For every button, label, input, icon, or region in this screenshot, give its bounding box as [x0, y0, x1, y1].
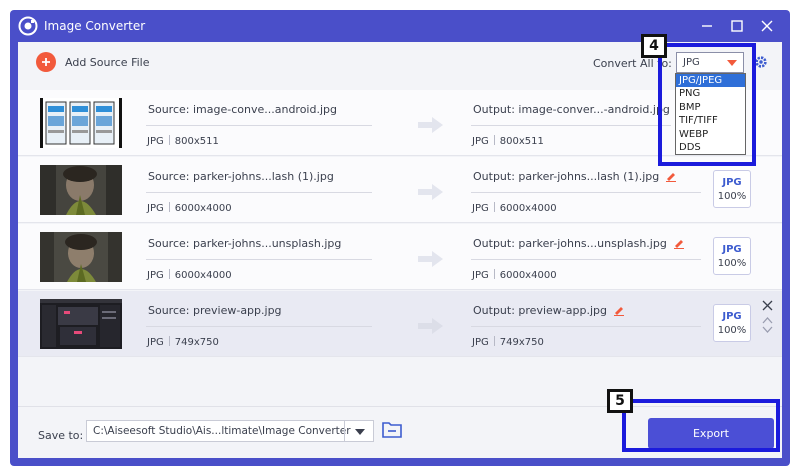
add-source-file-button[interactable]: Add Source File — [36, 52, 149, 72]
divider — [146, 192, 372, 193]
app-title: Image Converter — [44, 19, 146, 33]
source-filename: Source: image-conve...android.jpg — [148, 103, 337, 116]
callout-step-5: 5 — [607, 389, 633, 413]
output-resolution: 6000x4000 — [499, 203, 557, 214]
remove-file-icon[interactable] — [762, 300, 773, 311]
source-filename: Source: preview-app.jpg — [148, 304, 282, 317]
maximize-icon — [731, 20, 743, 32]
source-filename: Source: parker-johns...unsplash.jpg — [148, 237, 342, 250]
output-resolution: 6000x4000 — [499, 270, 557, 281]
output-filename: Output: parker-johns...lash (1).jpg — [473, 170, 677, 183]
gear-icon[interactable] — [754, 54, 768, 70]
minimize-button[interactable] — [692, 10, 722, 42]
output-format-badge[interactable]: JPG 100% — [713, 170, 751, 208]
output-filename-text: Output: image-conver...-android.jpg — [473, 103, 670, 116]
divider — [146, 125, 372, 126]
source-filename: Source: parker-johns...lash (1).jpg — [148, 170, 334, 183]
source-meta: JPG 800x511 — [147, 135, 219, 147]
badge-format: JPG — [722, 177, 742, 188]
move-up-icon[interactable] — [762, 316, 773, 324]
source-resolution: 6000x4000 — [174, 203, 232, 214]
source-format: JPG — [147, 203, 164, 214]
output-meta: JPG 749x750 — [472, 336, 544, 348]
output-filename: Output: image-conver...-android.jpg — [473, 103, 687, 116]
output-meta: JPG 6000x4000 — [472, 202, 557, 214]
plus-icon — [36, 52, 56, 72]
file-row[interactable]: Source: parker-johns...lash (1).jpg JPG 6… — [18, 157, 782, 223]
output-meta: JPG 800x511 — [472, 135, 544, 147]
save-path-dropdown[interactable] — [344, 421, 373, 441]
output-resolution: 800x511 — [499, 136, 544, 147]
badge-format: JPG — [722, 244, 742, 255]
divider — [146, 259, 372, 260]
edit-pencil-icon[interactable] — [666, 171, 677, 182]
arrow-right-icon — [418, 251, 443, 267]
arrow-right-icon — [418, 184, 443, 200]
minimize-icon — [702, 25, 712, 27]
save-path-field[interactable]: C:\Aiseesoft Studio\Ais...ltimate\Image … — [86, 420, 374, 442]
file-thumbnail — [40, 98, 122, 148]
callout-highlight-export — [622, 399, 780, 452]
add-source-file-label: Add Source File — [65, 55, 150, 69]
output-meta: JPG 6000x4000 — [472, 269, 557, 281]
badge-format: JPG — [722, 311, 742, 322]
output-filename-text: Output: preview-app.jpg — [473, 304, 607, 317]
source-resolution: 6000x4000 — [174, 270, 232, 281]
move-down-icon[interactable] — [762, 326, 773, 334]
chevron-down-icon — [355, 429, 365, 435]
title-bar: Image Converter — [18, 10, 782, 42]
source-meta: JPG 6000x4000 — [147, 269, 232, 281]
file-row[interactable]: Source: preview-app.jpg JPG 749x750 Outpu… — [18, 291, 782, 357]
folder-icon[interactable] — [382, 421, 402, 438]
output-filename-text: Output: parker-johns...unsplash.jpg — [473, 237, 667, 250]
edit-pencil-icon[interactable] — [613, 305, 624, 316]
close-window-button[interactable] — [752, 10, 782, 42]
divider — [471, 192, 701, 193]
output-resolution: 749x750 — [499, 337, 544, 348]
maximize-button[interactable] — [722, 10, 752, 42]
divider — [471, 125, 671, 126]
divider — [471, 326, 701, 327]
file-thumbnail — [40, 232, 122, 282]
output-format-badge[interactable]: JPG 100% — [713, 304, 751, 342]
arrow-right-icon — [418, 117, 443, 133]
output-format: JPG — [472, 270, 489, 281]
source-meta: JPG 749x750 — [147, 336, 219, 348]
arrow-right-icon — [418, 318, 443, 334]
save-to-label: Save to: — [38, 429, 84, 442]
source-resolution: 800x511 — [174, 136, 219, 147]
edit-pencil-icon[interactable] — [673, 238, 684, 249]
file-thumbnail — [40, 165, 122, 215]
badge-quality: 100% — [717, 325, 747, 336]
close-icon — [761, 20, 773, 32]
source-format: JPG — [147, 270, 164, 281]
source-format: JPG — [147, 136, 164, 147]
output-format: JPG — [472, 203, 489, 214]
source-meta: JPG 6000x4000 — [147, 202, 232, 214]
badge-quality: 100% — [717, 258, 747, 269]
source-format: JPG — [147, 337, 164, 348]
file-row[interactable]: Source: parker-johns...unsplash.jpg JPG 6… — [18, 224, 782, 290]
app-logo-icon — [18, 16, 38, 36]
output-filename-text: Output: parker-johns...lash (1).jpg — [473, 170, 660, 183]
callout-highlight-dropdown — [658, 43, 756, 166]
output-format: JPG — [472, 136, 489, 147]
divider — [146, 326, 372, 327]
output-filename: Output: preview-app.jpg — [473, 304, 624, 317]
callout-step-4: 4 — [641, 34, 667, 58]
badge-quality: 100% — [717, 191, 747, 202]
source-resolution: 749x750 — [174, 337, 219, 348]
output-format: JPG — [472, 337, 489, 348]
file-thumbnail — [40, 299, 122, 349]
divider — [471, 259, 701, 260]
output-filename: Output: parker-johns...unsplash.jpg — [473, 237, 684, 250]
output-format-badge[interactable]: JPG 100% — [713, 237, 751, 275]
